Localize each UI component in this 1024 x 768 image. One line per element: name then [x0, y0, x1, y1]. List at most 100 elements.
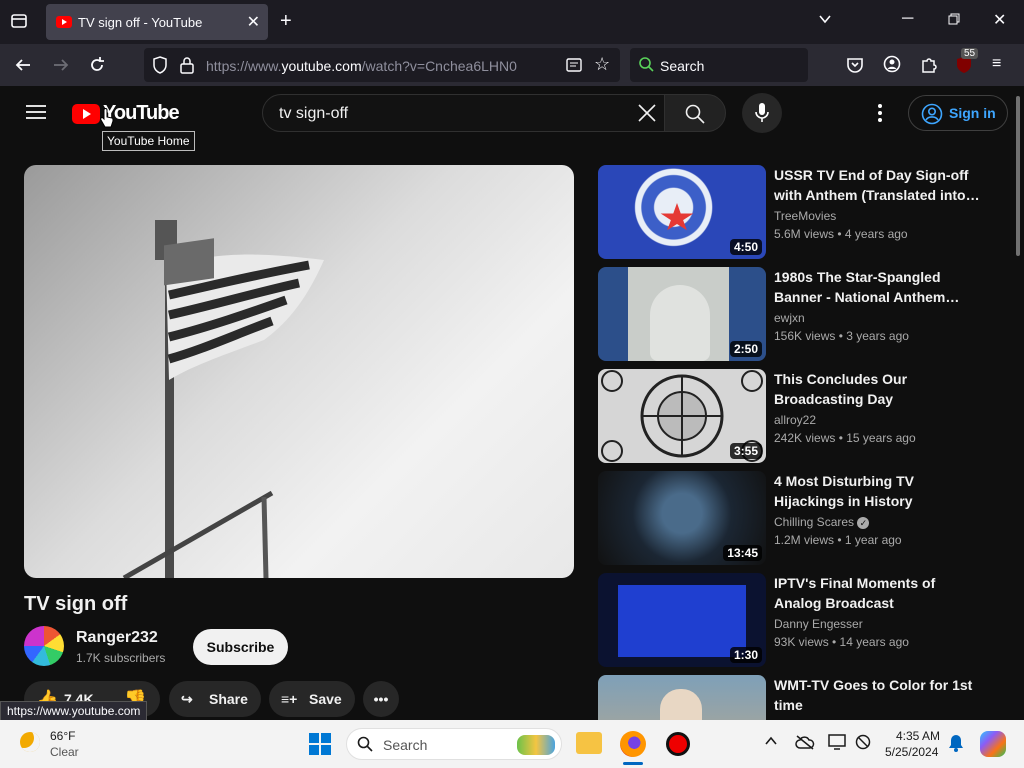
browser-tab-bar: TV sign off - YouTube ✕ + ─ ✕: [0, 0, 1024, 44]
recommendation-title[interactable]: USSR TV End of Day Sign-off with Anthem …: [774, 165, 984, 205]
video-player[interactable]: [24, 165, 574, 578]
reload-icon[interactable]: [88, 56, 106, 79]
youtube-search-button[interactable]: [664, 94, 726, 132]
browser-tab[interactable]: TV sign off - YouTube ✕: [46, 4, 268, 40]
page-scrollbar[interactable]: [1016, 96, 1020, 256]
logo-tooltip: YouTube Home: [102, 131, 195, 151]
lock-icon[interactable]: [180, 56, 194, 79]
video-thumbnail[interactable]: 4:50: [598, 165, 766, 259]
reader-view-icon[interactable]: [566, 57, 582, 78]
bookmark-star-icon[interactable]: ☆: [594, 54, 610, 75]
share-arrow-icon: ↪: [181, 691, 193, 707]
video-title: TV sign off: [24, 593, 128, 615]
firefox-icon[interactable]: [620, 731, 646, 757]
recommendation-channel[interactable]: Danny Engesser: [774, 617, 863, 631]
windows-start-icon[interactable]: [309, 733, 331, 760]
microphone-icon: [755, 103, 769, 128]
tab-title: TV sign off - YouTube: [78, 15, 203, 30]
taskbar-search-box[interactable]: Search: [346, 728, 562, 760]
link-status-url: https://www.youtube.com: [0, 701, 148, 720]
recommendation-item[interactable]: 13:45 4 Most Disturbing TV Hijackings in…: [598, 471, 998, 567]
recommendation-item[interactable]: 4:50 USSR TV End of Day Sign-off with An…: [598, 165, 998, 261]
video-duration: 4:50: [729, 239, 762, 255]
clock-date: 5/25/2024: [885, 745, 939, 759]
share-label: Share: [209, 691, 248, 707]
youtube-search-input[interactable]: tv sign-off: [262, 94, 676, 132]
active-app-indicator: [623, 762, 643, 765]
add-to-playlist-icon: ≡+: [281, 691, 298, 707]
new-tab-button[interactable]: +: [280, 10, 292, 33]
youtube-play-icon: [72, 104, 100, 124]
youtube-logo-text: YouTube: [103, 102, 180, 124]
sign-in-button[interactable]: Sign in: [908, 95, 1008, 131]
clear-search-icon[interactable]: [637, 103, 657, 128]
account-icon[interactable]: [883, 55, 901, 78]
youtube-favicon-icon: [56, 16, 72, 28]
tab-overview-icon[interactable]: [10, 12, 28, 35]
recommendation-title[interactable]: WMT-TV Goes to Color for 1st time: [774, 675, 984, 715]
url-text[interactable]: https://www.youtube.com/watch?v=Cnchea6L…: [206, 58, 517, 74]
ublock-extension-icon[interactable]: 55: [955, 48, 979, 79]
subscriber-count: 1.7K subscribers: [76, 651, 166, 665]
video-thumbnail[interactable]: 2:50: [598, 267, 766, 361]
recommendation-title[interactable]: 1980s The Star-Spangled Banner - Nationa…: [774, 267, 984, 307]
screen-recorder-icon[interactable]: [666, 732, 690, 756]
guide-menu-icon[interactable]: [26, 104, 46, 125]
recommendation-title[interactable]: 4 Most Disturbing TV Hijackings in Histo…: [774, 471, 984, 511]
browser-nav-bar: https://www.youtube.com/watch?v=Cnchea6L…: [0, 44, 1024, 86]
video-thumbnail[interactable]: 3:55: [598, 369, 766, 463]
recommendation-meta: 1.2M views • 1 year ago: [774, 533, 902, 547]
save-button[interactable]: ≡+ Save: [269, 681, 355, 717]
recommendation-item[interactable]: 1:30 IPTV's Final Moments of Analog Broa…: [598, 573, 998, 669]
recommendation-item[interactable]: WMT-TV Goes to Color for 1st time: [598, 675, 998, 720]
network-status-icon[interactable]: [855, 734, 871, 755]
save-label: Save: [309, 691, 342, 707]
statue-face-shape: [650, 285, 710, 361]
tray-chevron-up-icon[interactable]: [764, 734, 778, 753]
search-icon: [357, 736, 373, 757]
cloud-offline-icon[interactable]: [795, 734, 815, 755]
channel-avatar[interactable]: [24, 626, 64, 666]
copilot-icon[interactable]: [980, 731, 1006, 757]
voice-search-button[interactable]: [742, 93, 782, 133]
extension-badge: 55: [961, 48, 979, 59]
search-highlight-icon: [517, 735, 555, 755]
forward-arrow-icon[interactable]: [52, 56, 70, 79]
more-horizontal-icon: •••: [373, 691, 389, 707]
video-duration: 3:55: [729, 443, 762, 459]
recommendation-title[interactable]: IPTV's Final Moments of Analog Broadcast: [774, 573, 984, 613]
tracking-shield-icon[interactable]: [152, 56, 168, 79]
display-icon[interactable]: [828, 734, 846, 755]
recommendation-meta: 156K views • 3 years ago: [774, 329, 909, 343]
extensions-puzzle-icon[interactable]: [920, 56, 938, 79]
share-button[interactable]: ↪ Share: [169, 681, 261, 717]
settings-more-icon[interactable]: [878, 104, 882, 127]
file-explorer-icon[interactable]: [576, 732, 602, 754]
recommendation-channel[interactable]: Chilling Scares ✓: [774, 515, 870, 529]
channel-name[interactable]: Ranger232: [76, 629, 158, 647]
back-arrow-icon[interactable]: [14, 56, 32, 79]
pocket-icon[interactable]: [846, 56, 864, 79]
tab-close-icon[interactable]: ✕: [247, 12, 260, 32]
address-bar[interactable]: https://www.youtube.com/watch?v=Cnchea6L…: [144, 48, 620, 82]
close-window-button[interactable]: ✕: [993, 10, 1006, 30]
recommendation-channel[interactable]: TreeMovies: [774, 209, 836, 223]
restore-button[interactable]: [948, 12, 960, 30]
more-actions-button[interactable]: •••: [363, 681, 399, 717]
video-thumbnail[interactable]: 13:45: [598, 471, 766, 565]
recommendation-item[interactable]: 3:55 This Concludes Our Broadcasting Day…: [598, 369, 998, 465]
browser-search-field[interactable]: Search: [630, 48, 808, 82]
minimize-button[interactable]: ─: [902, 10, 913, 28]
recommendation-title[interactable]: This Concludes Our Broadcasting Day: [774, 369, 984, 409]
app-menu-hamburger-icon[interactable]: ≡: [992, 55, 1001, 73]
notification-bell-icon[interactable]: [948, 734, 964, 757]
recommendation-item[interactable]: 2:50 1980s The Star-Spangled Banner - Na…: [598, 267, 998, 363]
recommendation-channel[interactable]: allroy22: [774, 413, 816, 427]
recommendation-channel[interactable]: ewjxn: [774, 311, 805, 325]
weather-temperature: 66°F: [50, 729, 76, 743]
video-thumbnail[interactable]: [598, 675, 766, 720]
recommendation-meta: 242K views • 15 years ago: [774, 431, 916, 445]
subscribe-button[interactable]: Subscribe: [193, 629, 288, 665]
video-thumbnail[interactable]: 1:30: [598, 573, 766, 667]
list-tabs-chevron-icon[interactable]: [818, 12, 832, 31]
